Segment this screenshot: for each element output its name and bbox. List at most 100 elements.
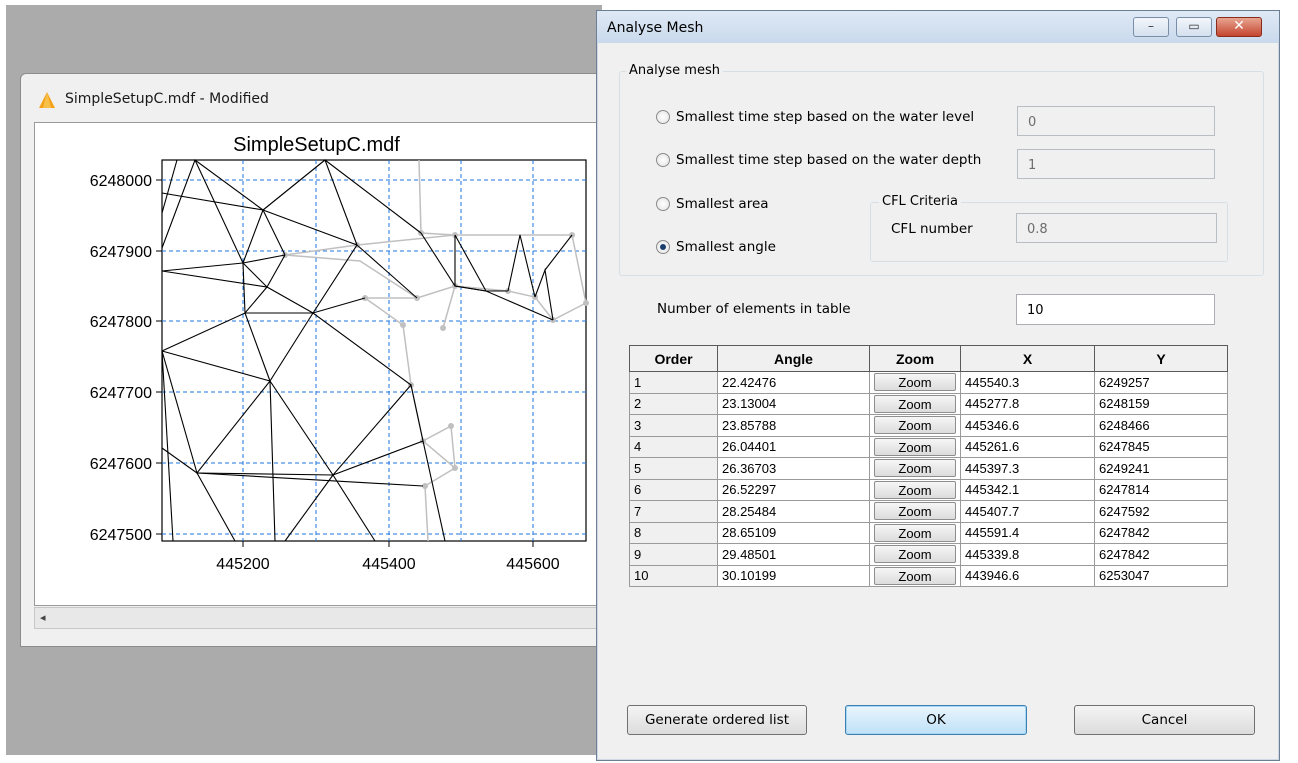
x-tick-label: 445200: [216, 556, 269, 573]
table-row[interactable]: 5 26.36703 Zoom 445397.3 6249241: [629, 457, 1228, 480]
cfl-criteria-group: CFL Criteria CFL number 0.8: [870, 194, 1228, 262]
zoom-button[interactable]: Zoom: [874, 459, 956, 478]
table-row[interactable]: 10 30.10199 Zoom 443946.6 6253047: [629, 564, 1228, 587]
ok-button[interactable]: OK: [845, 705, 1027, 735]
zoom-button[interactable]: Zoom: [874, 566, 956, 585]
cell-order[interactable]: 7: [629, 500, 718, 523]
cell-angle[interactable]: 23.85788: [717, 414, 870, 437]
zoom-button[interactable]: Zoom: [874, 480, 956, 499]
scroll-left-icon[interactable]: ◂: [40, 611, 46, 624]
cell-x[interactable]: 443946.6: [960, 564, 1095, 587]
option-water-level[interactable]: Smallest time step based on the water le…: [656, 109, 974, 125]
water-depth-field[interactable]: 1: [1017, 149, 1215, 179]
mesh-canvas[interactable]: 6248000 6247900 6247800 6247700 6247600 …: [35, 123, 596, 605]
cell-y[interactable]: 6248466: [1094, 414, 1228, 437]
cfl-criteria-title: CFL Criteria: [879, 194, 961, 209]
cell-y[interactable]: 6247814: [1094, 478, 1228, 501]
cancel-button[interactable]: Cancel: [1074, 705, 1255, 735]
mesh-window[interactable]: SimpleSetupC.mdf - Modified SimpleSetupC…: [20, 73, 602, 647]
cell-order[interactable]: 3: [629, 414, 718, 437]
cell-angle[interactable]: 26.52297: [717, 478, 870, 501]
maximize-button[interactable]: ▭: [1176, 17, 1212, 37]
horizontal-scrollbar[interactable]: ◂: [34, 607, 597, 629]
table-row[interactable]: 3 23.85788 Zoom 445346.6 6248466: [629, 414, 1228, 437]
y-tick-label: 6247500: [90, 527, 152, 544]
cell-x[interactable]: 445397.3: [960, 457, 1095, 480]
cell-x[interactable]: 445261.6: [960, 435, 1095, 458]
cell-x[interactable]: 445407.7: [960, 500, 1095, 523]
cell-angle[interactable]: 26.04401: [717, 435, 870, 458]
cell-order[interactable]: 8: [629, 521, 718, 544]
table-row[interactable]: 2 23.13004 Zoom 445277.8 6248159: [629, 392, 1228, 415]
cell-y[interactable]: 6248159: [1094, 392, 1228, 415]
cell-angle[interactable]: 26.36703: [717, 457, 870, 480]
cell-order[interactable]: 1: [629, 371, 718, 394]
table-row[interactable]: 1 22.42476 Zoom 445540.3 6249257: [629, 371, 1228, 394]
cell-order[interactable]: 6: [629, 478, 718, 501]
analyse-mesh-dialog[interactable]: Analyse Mesh – ▭ ✕ Analyse mesh Smallest…: [596, 10, 1280, 761]
num-elements-label: Number of elements in table: [657, 301, 851, 317]
cell-angle[interactable]: 22.42476: [717, 371, 870, 394]
radio-smallest-angle[interactable]: [656, 240, 670, 254]
cell-order[interactable]: 9: [629, 543, 718, 566]
cell-order[interactable]: 2: [629, 392, 718, 415]
y-tick-label: 6247600: [90, 456, 152, 473]
zoom-button[interactable]: Zoom: [874, 545, 956, 564]
cell-order[interactable]: 5: [629, 457, 718, 480]
zoom-button[interactable]: Zoom: [874, 502, 956, 521]
radio-water-depth[interactable]: [656, 153, 670, 167]
cell-y[interactable]: 6253047: [1094, 564, 1228, 587]
water-level-field[interactable]: 0: [1017, 106, 1215, 136]
x-tick-labels: 445200 445400 445600: [216, 556, 559, 573]
cell-x[interactable]: 445540.3: [960, 371, 1095, 394]
close-button[interactable]: ✕: [1216, 17, 1262, 37]
cell-angle[interactable]: 28.65109: [717, 521, 870, 544]
radio-smallest-area[interactable]: [656, 197, 670, 211]
table-row[interactable]: 9 29.48501 Zoom 445339.8 6247842: [629, 543, 1228, 566]
zoom-button[interactable]: Zoom: [874, 394, 956, 413]
num-elements-field[interactable]: 10: [1016, 294, 1215, 325]
zoom-button[interactable]: Zoom: [874, 523, 956, 542]
cell-order[interactable]: 4: [629, 435, 718, 458]
cell-angle[interactable]: 30.10199: [717, 564, 870, 587]
cell-x[interactable]: 445342.1: [960, 478, 1095, 501]
cell-angle[interactable]: 29.48501: [717, 543, 870, 566]
cell-y[interactable]: 6247842: [1094, 543, 1228, 566]
generate-ordered-list-button[interactable]: Generate ordered list: [627, 705, 807, 735]
column-header-zoom[interactable]: Zoom: [869, 345, 961, 372]
mesh-plot[interactable]: SimpleSetupC.mdf 6248000 6247900 6247800…: [34, 122, 597, 606]
zoom-button[interactable]: Zoom: [874, 416, 956, 435]
radio-water-level[interactable]: [656, 110, 670, 124]
zoom-button[interactable]: Zoom: [874, 437, 956, 456]
dialog-titlebar[interactable]: Analyse Mesh – ▭ ✕: [597, 11, 1279, 43]
column-header-angle[interactable]: Angle: [717, 345, 870, 372]
option-smallest-area[interactable]: Smallest area: [656, 196, 769, 212]
mesh-black-lines: [161, 159, 573, 542]
cell-angle[interactable]: 28.25484: [717, 500, 870, 523]
cell-angle[interactable]: 23.13004: [717, 392, 870, 415]
column-header-order[interactable]: Order: [629, 345, 718, 372]
cell-y[interactable]: 6249241: [1094, 457, 1228, 480]
table-row[interactable]: 4 26.04401 Zoom 445261.6 6247845: [629, 435, 1228, 458]
table-row[interactable]: 6 26.52297 Zoom 445342.1 6247814: [629, 478, 1228, 501]
cell-x[interactable]: 445591.4: [960, 521, 1095, 544]
cell-y[interactable]: 6249257: [1094, 371, 1228, 394]
option-water-depth[interactable]: Smallest time step based on the water de…: [656, 152, 981, 168]
cell-y[interactable]: 6247845: [1094, 435, 1228, 458]
cell-y[interactable]: 6247592: [1094, 500, 1228, 523]
cell-x[interactable]: 445339.8: [960, 543, 1095, 566]
zoom-button[interactable]: Zoom: [874, 373, 956, 392]
axes-frame: [161, 159, 587, 542]
minimize-button[interactable]: –: [1133, 17, 1169, 37]
option-smallest-angle[interactable]: Smallest angle: [656, 239, 776, 255]
mesh-window-titlebar[interactable]: SimpleSetupC.mdf - Modified: [21, 74, 601, 118]
cell-x[interactable]: 445346.6: [960, 414, 1095, 437]
column-header-x[interactable]: X: [960, 345, 1095, 372]
cell-y[interactable]: 6247842: [1094, 521, 1228, 544]
table-row[interactable]: 7 28.25484 Zoom 445407.7 6247592: [629, 500, 1228, 523]
column-header-y[interactable]: Y: [1094, 345, 1228, 372]
cfl-number-field[interactable]: 0.8: [1016, 213, 1217, 243]
cell-x[interactable]: 445277.8: [960, 392, 1095, 415]
table-row[interactable]: 8 28.65109 Zoom 445591.4 6247842: [629, 521, 1228, 544]
cell-order[interactable]: 10: [629, 564, 718, 587]
